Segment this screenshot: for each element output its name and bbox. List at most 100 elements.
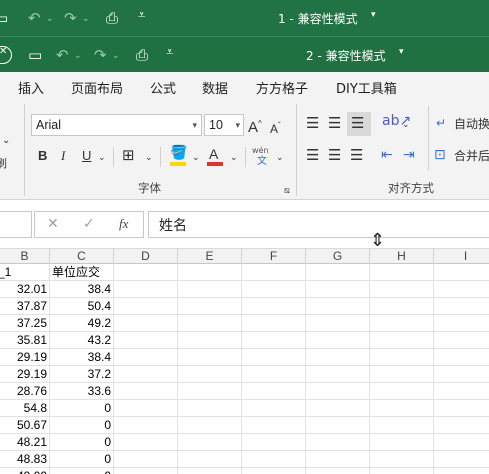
chevron-down-icon[interactable]: ▾ [399,47,404,57]
column-header-d[interactable]: D [114,249,178,264]
align-top-icon[interactable]: ☰ [306,114,319,132]
worksheet-grid[interactable]: z_1单位应交32.0138.437.8750.437.2549.235.814… [0,264,489,474]
empty-cell[interactable] [306,315,370,332]
empty-cell[interactable] [370,349,434,366]
empty-cell[interactable] [114,315,178,332]
empty-cell[interactable] [178,468,242,474]
empty-cell[interactable] [306,468,370,474]
empty-cell[interactable] [114,383,178,400]
empty-cell[interactable] [242,417,306,434]
redo-dropdown-icon[interactable]: ⌄ [112,46,120,66]
cell-c[interactable]: 0 [50,434,114,451]
empty-cell[interactable] [242,264,306,281]
empty-cell[interactable] [242,434,306,451]
empty-cell[interactable] [114,451,178,468]
cell-c[interactable]: 49.2 [50,315,114,332]
cell-b[interactable]: 48.21 [0,434,50,451]
empty-cell[interactable] [114,400,178,417]
cell-header-b[interactable]: z_1 [0,264,50,281]
empty-cell[interactable] [370,298,434,315]
chevron-down-icon[interactable]: ▾ [371,10,376,20]
cell-c[interactable]: 50.4 [50,298,114,315]
empty-cell[interactable] [306,400,370,417]
empty-cell[interactable] [306,366,370,383]
empty-cell[interactable] [434,298,489,315]
empty-cell[interactable] [242,349,306,366]
empty-cell[interactable] [434,468,489,474]
undo-icon[interactable]: ↶ [56,45,69,65]
insert-function-button[interactable]: fx [119,216,128,232]
cell-b[interactable]: 28.76 [0,383,50,400]
formula-input[interactable]: 姓名 [148,211,489,238]
window-title[interactable]: 2 - 兼容性模式 [306,47,386,64]
empty-cell[interactable] [370,400,434,417]
cell-c[interactable]: 33.6 [50,383,114,400]
wrap-text-button[interactable]: 自动换 [454,115,489,133]
empty-cell[interactable] [306,349,370,366]
empty-cell[interactable] [370,281,434,298]
empty-cell[interactable] [114,434,178,451]
empty-cell[interactable] [242,332,306,349]
borders-icon[interactable]: ⊞ [122,146,135,164]
align-bottom-button[interactable]: ☰ [347,112,371,136]
empty-cell[interactable] [178,400,242,417]
empty-cell[interactable] [370,383,434,400]
cell-b[interactable]: 54.8 [0,400,50,417]
empty-cell[interactable] [306,383,370,400]
empty-cell[interactable] [178,434,242,451]
cell-header-c[interactable]: 单位应交 [50,264,114,281]
empty-cell[interactable] [306,417,370,434]
empty-cell[interactable] [370,366,434,383]
cell-c[interactable]: 0 [50,451,114,468]
name-box[interactable] [0,211,32,238]
font-name-select[interactable]: Arial ▾ [31,114,202,136]
enter-icon[interactable]: ✓ [83,216,95,232]
column-header-b[interactable]: B [0,249,50,264]
empty-cell[interactable] [178,383,242,400]
tab-diy-toolbox[interactable]: DIY工具箱 [336,78,397,97]
bold-button[interactable]: B [38,147,47,165]
wrap-text-icon[interactable]: ↵ [436,114,446,132]
cell-b[interactable]: 29.19 [0,366,50,383]
font-size-select[interactable]: 10 ▾ [204,114,244,136]
redo-dropdown-icon[interactable]: ⌄ [82,9,90,29]
empty-cell[interactable] [306,332,370,349]
empty-cell[interactable] [434,417,489,434]
column-header-e[interactable]: E [178,249,242,264]
undo-dropdown-icon[interactable]: ⌄ [74,46,82,66]
redo-icon[interactable]: ↷ [94,45,107,65]
empty-cell[interactable] [178,417,242,434]
empty-cell[interactable] [306,434,370,451]
empty-cell[interactable] [370,417,434,434]
empty-cell[interactable] [114,366,178,383]
tab-page-layout[interactable]: 页面布局 [71,78,123,97]
tab-data[interactable]: 数据 [202,78,228,97]
empty-cell[interactable] [178,264,242,281]
empty-cell[interactable] [434,264,489,281]
empty-cell[interactable] [306,451,370,468]
empty-cell[interactable] [434,315,489,332]
redo-icon[interactable]: ↷ [64,8,77,28]
phonetic-dropdown-icon[interactable]: ⌄ [276,149,284,167]
cell-c[interactable]: 43.2 [50,332,114,349]
customize-qat-icon[interactable]: ⩡ [138,6,145,26]
align-center-icon[interactable]: ☰ [328,146,341,164]
empty-cell[interactable] [114,298,178,315]
empty-cell[interactable] [242,468,306,474]
empty-cell[interactable] [242,451,306,468]
tab-insert[interactable]: 插入 [18,78,44,97]
save-icon[interactable]: ▭ [0,8,8,28]
cell-b[interactable]: 29.19 [0,349,50,366]
empty-cell[interactable] [178,451,242,468]
empty-cell[interactable] [242,400,306,417]
cell-b[interactable]: 32.01 [0,281,50,298]
empty-cell[interactable] [370,264,434,281]
autosave-toggle[interactable]: ✕ [0,46,12,64]
empty-cell[interactable] [434,366,489,383]
empty-cell[interactable] [434,400,489,417]
cell-b[interactable]: 50.67 [0,417,50,434]
phonetic-guide-icon[interactable]: 文 [257,153,267,171]
tab-fangfang[interactable]: 方方格子 [256,78,308,97]
quick-print-icon[interactable]: ⎙ [106,8,118,28]
empty-cell[interactable] [434,434,489,451]
